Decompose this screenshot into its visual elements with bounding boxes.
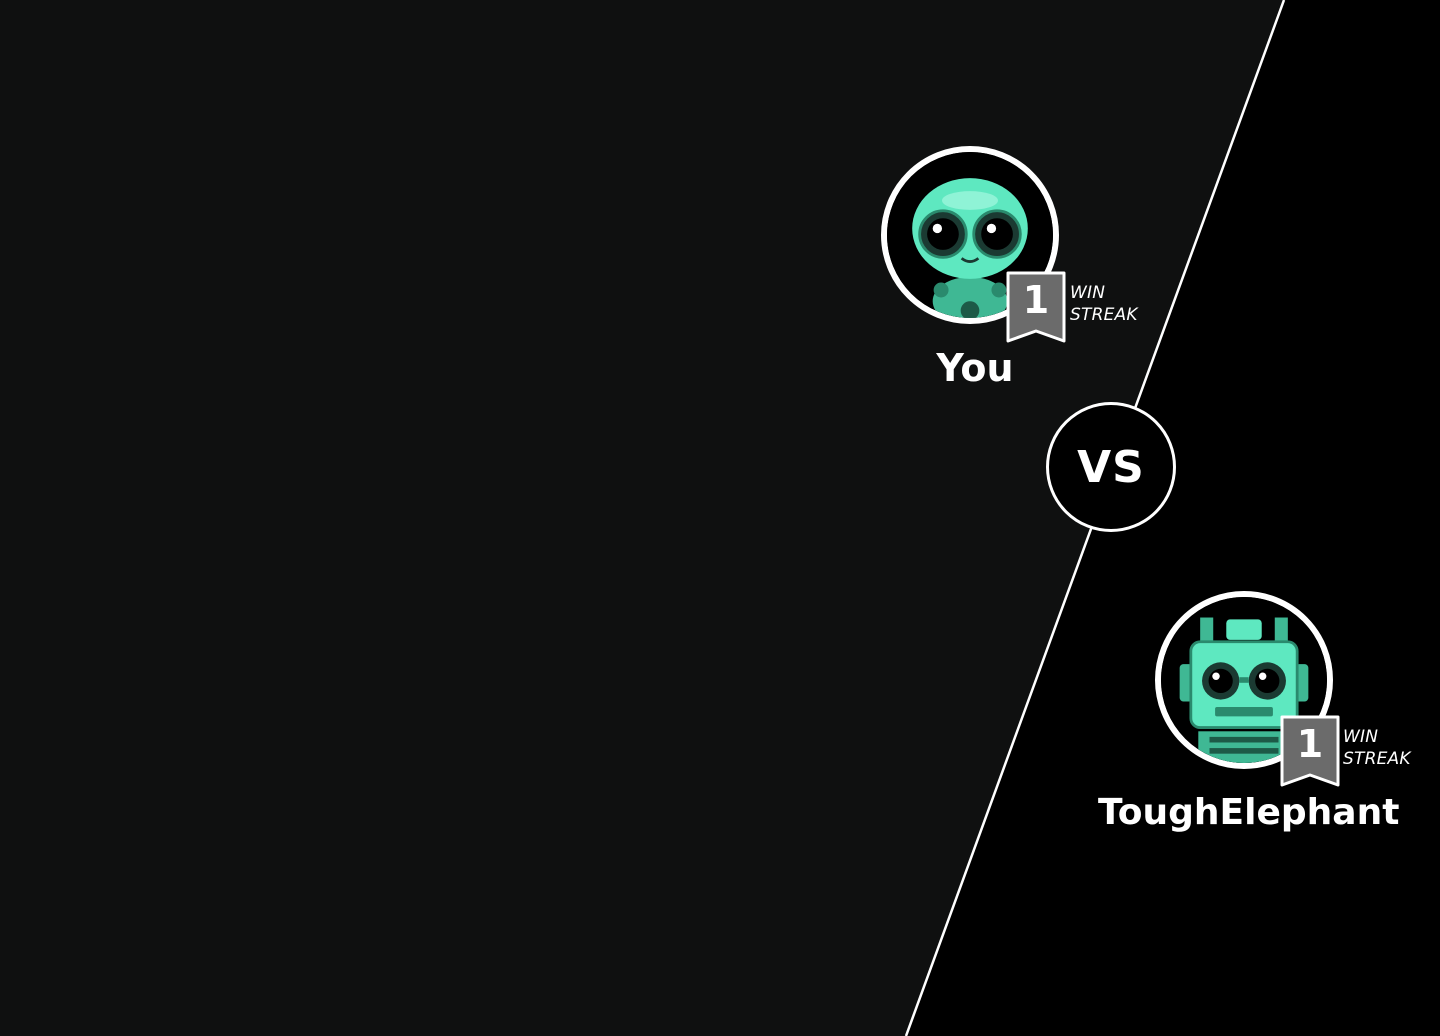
win-streak-label: WIN STREAK [1343,727,1411,769]
win-streak-badge-opponent: 1 [1280,715,1340,787]
split-background [904,0,1440,1036]
player-name-you: You [936,346,1014,390]
versus-badge: VS [1046,402,1176,532]
win-streak-badge-you: 1 [1006,271,1066,343]
win-streak-label: WIN STREAK [1070,283,1138,325]
player-name-opponent: ToughElephant [1098,792,1400,833]
win-streak-count: 1 [1022,278,1050,322]
win-streak-count: 1 [1296,722,1324,766]
